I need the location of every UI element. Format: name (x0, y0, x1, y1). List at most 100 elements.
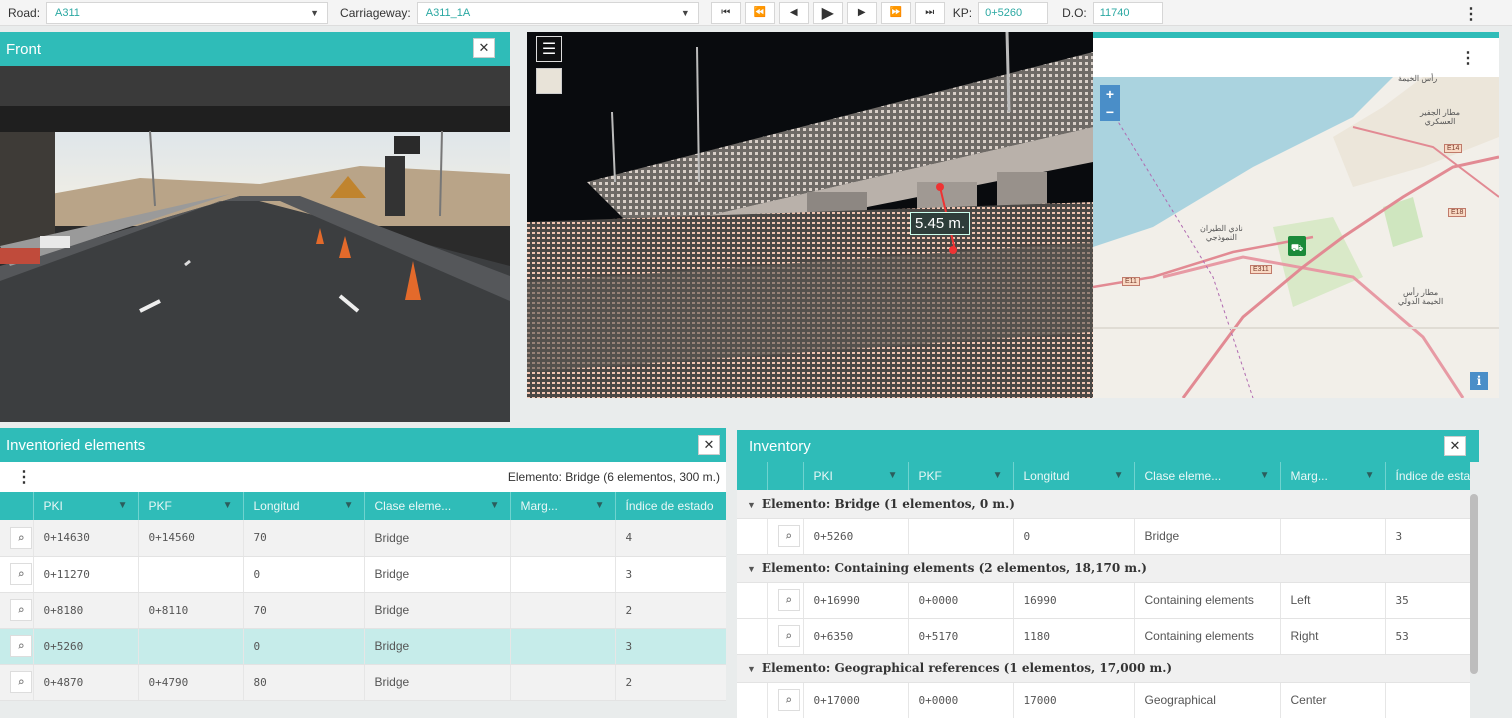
column-header-pkf[interactable]: PKF ▼ (908, 462, 1014, 490)
filter-icon[interactable]: ▼ (1365, 470, 1375, 481)
cell-pkf: 0+5170 (908, 618, 1014, 655)
inventory-panel-header: Inventory (737, 430, 1479, 462)
search-icon[interactable]: ⌕ (10, 671, 32, 693)
search-icon[interactable]: ⌕ (777, 625, 800, 647)
map-zoom-out-button[interactable]: − (1100, 103, 1120, 121)
table-row[interactable]: ⌕ 0+8180 0+8110 70 Bridge 2 (0, 592, 726, 629)
cell-indice: 4 (615, 520, 726, 557)
map-kebab-icon[interactable]: ⋮ (1460, 48, 1476, 68)
column-header-marg[interactable]: Marg... ▼ (1280, 462, 1386, 490)
table-row-selected[interactable]: ⌕ 0+5260 0 Bridge 3 (0, 628, 726, 665)
point-cloud-menu-button[interactable]: ☰ (536, 36, 562, 62)
cell-pkf (138, 628, 244, 665)
table-row[interactable]: ⌕ 0+5260 0 Bridge 3 (737, 518, 1470, 555)
filter-icon[interactable]: ▼ (118, 500, 128, 511)
filter-icon[interactable]: ▼ (344, 500, 354, 511)
do-field[interactable]: 11740 (1092, 1, 1163, 24)
skip-back-button[interactable]: ⏮ (710, 1, 741, 24)
fast-forward-icon: ⏩ (889, 7, 902, 18)
point-cloud-view[interactable] (527, 32, 1093, 398)
search-icon[interactable]: ⌕ (777, 689, 800, 711)
rewind-button[interactable]: ⏪ (744, 1, 775, 24)
point-cloud-map-thumbnail[interactable] (536, 68, 562, 94)
column-header-longitud[interactable]: Longitud ▼ (243, 492, 365, 520)
cell-marg: Center (1280, 682, 1386, 718)
kp-field[interactable]: 0+5260 (978, 1, 1049, 24)
group-row-geographical[interactable]: ▼ Elemento: Geographical references (1 el… (737, 654, 1470, 683)
cell-pkf: 0+14560 (138, 520, 244, 557)
inventory-table-wrap: PKI ▼ PKF ▼ Longitud ▼ Clase eleme... ▼ Marg… (737, 462, 1470, 718)
search-icon[interactable]: ⌕ (777, 525, 800, 547)
column-header-pki[interactable]: PKI ▼ (33, 492, 139, 520)
filter-icon[interactable]: ▼ (490, 500, 500, 511)
cell-pki: 0+4870 (33, 664, 139, 701)
table-row[interactable]: ⌕ 0+6350 0+5170 1180 Containing elements… (737, 618, 1470, 655)
column-header-indice[interactable]: Índice de estado (615, 492, 726, 520)
table-row[interactable]: ⌕ 0+14630 0+14560 70 Bridge 4 (0, 520, 726, 557)
search-icon[interactable]: ⌕ (777, 589, 800, 611)
group-row-bridge[interactable]: ▼ Elemento: Bridge (1 elementos, 0 m.) (737, 490, 1470, 519)
table-row[interactable]: ⌕ 0+17000 0+0000 17000 Geographical Cent… (737, 682, 1470, 718)
search-icon[interactable]: ⌕ (10, 635, 32, 657)
cell-indice: 3 (1385, 518, 1470, 555)
map-shield-e14: E14 (1444, 144, 1463, 153)
carriageway-value: A311_1A (425, 6, 471, 19)
column-header-pkf[interactable]: PKF ▼ (138, 492, 244, 520)
group-row-containing[interactable]: ▼ Elemento: Containing elements (2 elemen… (737, 554, 1470, 583)
cell-clase: Bridge (364, 520, 511, 557)
filter-icon[interactable]: ▼ (993, 470, 1003, 481)
front-close-button[interactable]: ✕ (473, 38, 495, 58)
front-camera-image (0, 66, 510, 422)
cell-longitud: 16990 (1013, 582, 1135, 619)
inventory-scrollbar[interactable] (1470, 494, 1478, 674)
column-header-pki[interactable]: PKI ▼ (803, 462, 909, 490)
inventory-close-button[interactable]: ✕ (1444, 436, 1466, 456)
search-icon[interactable]: ⌕ (10, 599, 32, 621)
toolbar-kebab-icon[interactable]: ⋮ (1463, 4, 1479, 24)
map-zoom-in-button[interactable]: + (1100, 85, 1120, 103)
road-select[interactable]: A311 ▼ (46, 1, 329, 24)
cell-pkf (908, 518, 1014, 555)
column-header-select (767, 462, 804, 490)
cell-pkf (138, 556, 244, 593)
front-panel-title: Front (6, 40, 42, 58)
group-label: Elemento: Geographical references (1 ele… (761, 661, 1173, 675)
collapse-arrow-icon[interactable]: ▼ (747, 564, 756, 574)
map-shield-e311: E311 (1250, 265, 1272, 274)
search-icon[interactable]: ⌕ (10, 563, 32, 585)
search-icon[interactable]: ⌕ (10, 526, 32, 549)
cell-longitud: 1180 (1013, 618, 1135, 655)
column-header-marg[interactable]: Marg... ▼ (510, 492, 616, 520)
column-header-longitud[interactable]: Longitud ▼ (1013, 462, 1135, 490)
map-info-button[interactable]: i (1470, 372, 1488, 390)
cell-marg (510, 556, 616, 593)
filter-icon[interactable]: ▼ (223, 500, 233, 511)
table-row[interactable]: ⌕ 0+11270 0 Bridge 3 (0, 556, 726, 593)
cell-indice: 2 (615, 592, 726, 629)
top-toolbar: Road: A311 ▼ Carriageway: A311_1A ▼ ⏮ ⏪ … (0, 0, 1512, 26)
column-header-clase[interactable]: Clase eleme... ▼ (364, 492, 511, 520)
filter-icon[interactable]: ▼ (888, 470, 898, 481)
play-button[interactable]: ▶ (812, 1, 843, 24)
inventoried-close-button[interactable]: ✕ (698, 435, 720, 455)
table-row[interactable]: ⌕ 0+4870 0+4790 80 Bridge 2 (0, 664, 726, 701)
group-label: Elemento: Containing elements (2 element… (761, 561, 1147, 575)
column-header-clase[interactable]: Clase eleme... ▼ (1134, 462, 1281, 490)
filter-icon[interactable]: ▼ (595, 500, 605, 511)
fast-forward-button[interactable]: ⏩ (880, 1, 911, 24)
filter-icon[interactable]: ▼ (1260, 470, 1270, 481)
carriageway-select[interactable]: A311_1A ▼ (416, 1, 699, 24)
skip-forward-button[interactable]: ⏭ (914, 1, 945, 24)
cell-pki: 0+17000 (803, 682, 909, 718)
inventoried-table: PKI ▼ PKF ▼ Longitud ▼ Clase eleme... ▼ Marg… (0, 492, 726, 701)
filter-icon[interactable]: ▼ (1114, 470, 1124, 481)
step-forward-button[interactable]: ▶ (846, 1, 877, 24)
collapse-arrow-icon[interactable]: ▼ (747, 500, 756, 510)
collapse-arrow-icon[interactable]: ▼ (747, 664, 756, 674)
column-header-indice[interactable]: Índice de esta (1385, 462, 1470, 490)
table-row[interactable]: ⌕ 0+16990 0+0000 16990 Containing elemen… (737, 582, 1470, 619)
step-back-button[interactable]: ◀ (778, 1, 809, 24)
cell-clase: Bridge (364, 628, 511, 665)
inventoried-kebab-icon[interactable]: ⋮ (16, 467, 32, 487)
cell-clase: Containing elements (1134, 582, 1281, 619)
